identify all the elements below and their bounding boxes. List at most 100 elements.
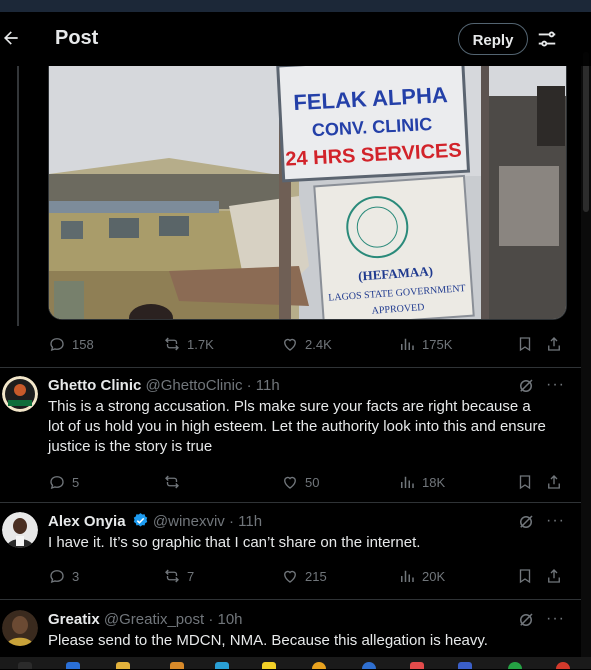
views-chart-icon <box>401 338 414 350</box>
divider <box>0 599 591 600</box>
heart-icon <box>284 338 296 351</box>
taskbar-icon[interactable] <box>116 662 130 669</box>
browser-top-strip <box>0 0 591 12</box>
display-name[interactable]: Greatix <box>48 611 100 628</box>
more-options-icon[interactable]: ··· <box>546 376 565 394</box>
like-action[interactable]: 50 <box>281 470 319 494</box>
share-icon <box>548 337 560 351</box>
separator-dot: · <box>208 611 214 628</box>
reply-header: Greatix @Greatix_post · 10h <box>48 610 243 630</box>
repost-action[interactable]: 1.7K <box>163 332 214 356</box>
user-handle[interactable]: @GhettoClinic <box>146 377 243 394</box>
avatar[interactable] <box>2 376 38 412</box>
taskbar-icon[interactable] <box>312 662 326 669</box>
views-count: 18K <box>422 474 446 490</box>
taskbar-icon[interactable] <box>556 662 570 669</box>
filter-settings-icon[interactable] <box>536 28 558 50</box>
bookmark-icon <box>519 569 531 584</box>
share-icon <box>548 475 560 489</box>
repost-action[interactable] <box>163 470 187 494</box>
bookmark-icon <box>519 475 531 490</box>
share-icon <box>548 569 560 583</box>
like-count: 50 <box>305 474 320 490</box>
timestamp[interactable]: 11h <box>256 377 280 394</box>
views-count: 175K <box>422 336 453 352</box>
taskbar-icon[interactable] <box>66 662 80 669</box>
comment-icon <box>50 476 64 490</box>
scrollbar-thumb[interactable] <box>583 52 589 212</box>
reply-actions: 5 50 18K <box>48 470 568 494</box>
divider <box>0 502 591 503</box>
reply-item[interactable]: Alex Onyia @winexviv · 11h ··· I have it… <box>0 512 591 612</box>
grok-icon[interactable] <box>517 611 535 629</box>
verified-badge-icon <box>133 513 147 527</box>
grok-icon[interactable] <box>517 377 535 395</box>
avatar[interactable] <box>2 512 38 548</box>
user-handle[interactable]: @Greatix_post <box>104 611 204 628</box>
reply-count: 5 <box>72 474 80 490</box>
reply-header: Ghetto Clinic @GhettoClinic · 11h <box>48 376 280 396</box>
views-action[interactable]: 18K <box>398 470 445 494</box>
back-arrow-icon[interactable] <box>0 28 22 50</box>
reply-header: Alex Onyia @winexviv · 11h <box>48 512 262 532</box>
bookmark-action[interactable] <box>516 332 534 356</box>
taskbar-icon[interactable] <box>170 662 184 669</box>
views-chart-icon <box>401 570 414 582</box>
heart-icon <box>284 476 296 489</box>
reply-text: This is a strong accusation. Pls make su… <box>48 398 546 455</box>
views-action[interactable]: 175K <box>398 332 452 356</box>
reply-count: 3 <box>72 568 80 584</box>
reply-button[interactable]: Reply <box>458 23 528 55</box>
user-handle[interactable]: @winexviv <box>153 513 225 530</box>
separator-dot: · <box>228 513 234 530</box>
share-action[interactable] <box>545 332 563 356</box>
timeline: FELAK ALPHA CONV. CLINIC 24 HRS SERVICES… <box>0 66 591 669</box>
heart-icon <box>284 570 296 583</box>
thread-line <box>17 66 19 326</box>
scrollbar[interactable] <box>581 12 591 657</box>
taskbar-icon[interactable] <box>508 662 522 669</box>
like-count: 215 <box>305 568 327 584</box>
os-taskbar <box>0 657 591 669</box>
views-action[interactable]: 20K <box>398 564 445 588</box>
like-count: 2.4K <box>305 336 332 352</box>
reply-action[interactable]: 3 <box>48 564 79 588</box>
separator-dot: · <box>246 377 252 394</box>
bookmark-action[interactable] <box>516 564 534 588</box>
post-photo[interactable]: FELAK ALPHA CONV. CLINIC 24 HRS SERVICES… <box>48 66 567 320</box>
timestamp[interactable]: 10h <box>218 611 243 628</box>
taskbar-icon[interactable] <box>410 662 424 669</box>
page-title: Post <box>55 27 99 49</box>
views-chart-icon <box>401 476 414 488</box>
repost-action[interactable]: 7 <box>163 564 194 588</box>
timestamp[interactable]: 11h <box>238 513 262 530</box>
bookmark-action[interactable] <box>516 470 534 494</box>
repost-icon <box>165 569 179 583</box>
post-header: Post Reply <box>0 12 591 66</box>
taskbar-icon[interactable] <box>458 662 472 669</box>
grok-icon[interactable] <box>517 513 535 531</box>
reply-text: Please send to the MDCN, NMA. Because th… <box>48 632 488 649</box>
reply-text: I have it. It’s so graphic that I can’t … <box>48 534 421 551</box>
share-action[interactable] <box>545 470 563 494</box>
post-actions: 158 1.7K 2.4K 175K <box>48 332 568 356</box>
repost-icon <box>165 475 179 489</box>
taskbar-icon[interactable] <box>262 662 276 669</box>
display-name[interactable]: Alex Onyia <box>48 513 126 530</box>
taskbar-icon[interactable] <box>18 662 32 669</box>
reply-item[interactable]: Ghetto Clinic @GhettoClinic · 11h ··· Th… <box>0 376 591 506</box>
comment-icon <box>50 338 64 352</box>
taskbar-icon[interactable] <box>215 662 229 669</box>
more-options-icon[interactable]: ··· <box>546 512 565 530</box>
more-options-icon[interactable]: ··· <box>546 610 565 628</box>
like-action[interactable]: 2.4K <box>281 332 332 356</box>
like-action[interactable]: 215 <box>281 564 327 588</box>
share-action[interactable] <box>545 564 563 588</box>
taskbar-icon[interactable] <box>362 662 376 669</box>
avatar[interactable] <box>2 610 38 646</box>
bookmark-icon <box>519 337 531 352</box>
comment-icon <box>50 570 64 584</box>
display-name[interactable]: Ghetto Clinic <box>48 377 141 394</box>
reply-action[interactable]: 158 <box>48 332 94 356</box>
reply-action[interactable]: 5 <box>48 470 79 494</box>
